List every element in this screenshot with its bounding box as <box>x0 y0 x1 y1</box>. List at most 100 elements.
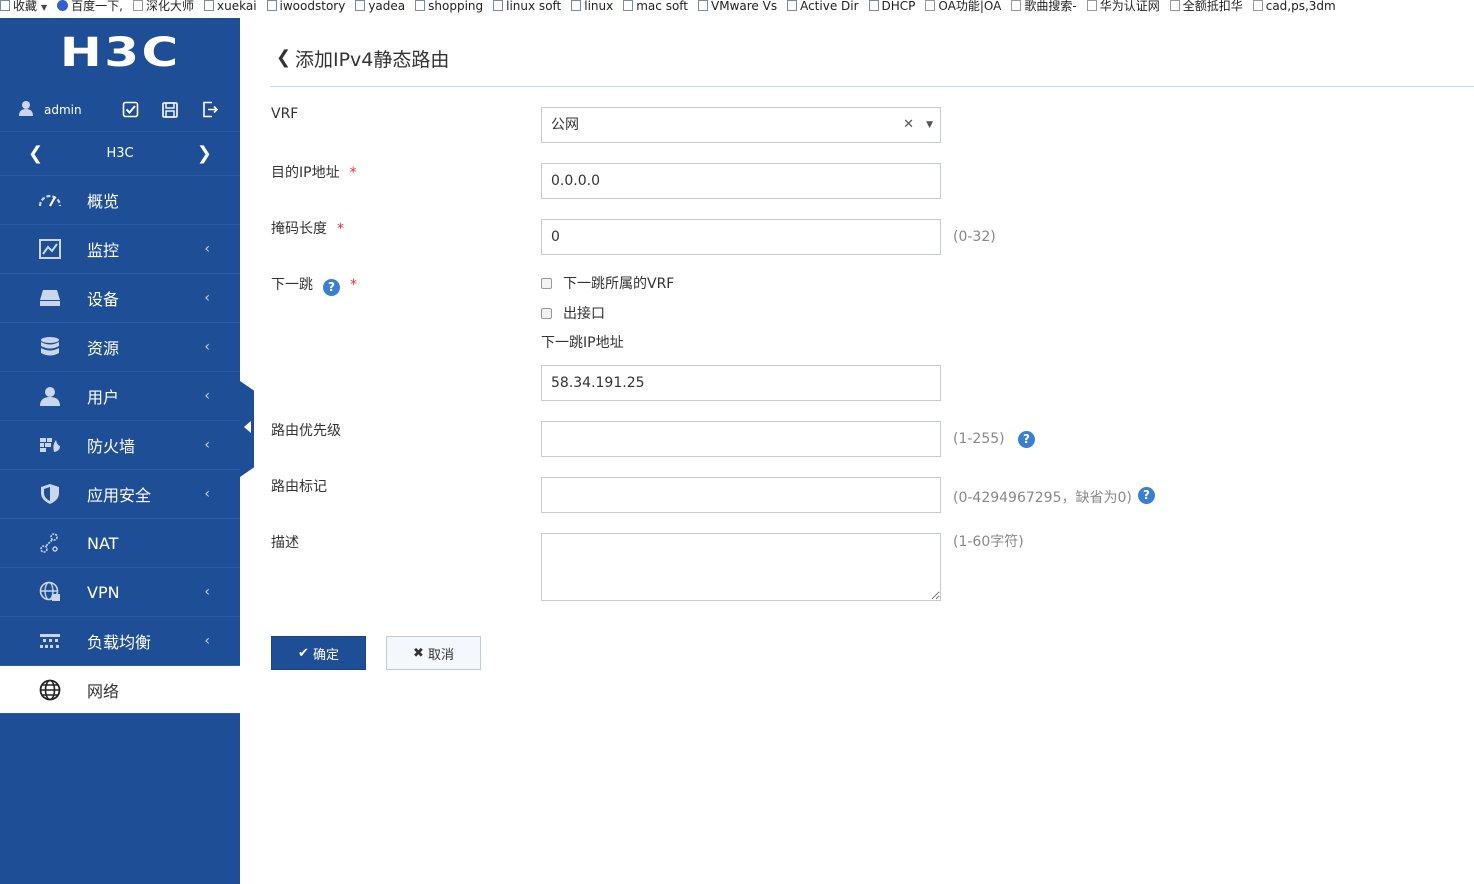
shield-icon <box>38 482 62 506</box>
route-tag-range-hint: (0-4294967295，缺省为0) <box>953 490 1132 506</box>
firewall-icon <box>38 433 62 457</box>
priority-label: 路由优先级 <box>271 423 341 439</box>
clear-x-icon[interactable]: ✕ <box>903 108 914 142</box>
help-question-icon[interactable]: ? <box>1138 487 1155 504</box>
menu-item-vpn[interactable]: VPN ‹ <box>0 568 240 617</box>
cancel-button[interactable]: ✖ 取消 <box>386 636 481 670</box>
bookmark-item[interactable]: 深化大师 <box>133 0 194 12</box>
out-interface-checkbox[interactable]: 出接口 <box>541 303 605 323</box>
doc-icon <box>133 0 143 11</box>
bookmark-item[interactable]: linux soft <box>493 0 561 12</box>
priority-input[interactable] <box>541 421 941 457</box>
menu-item-firewall[interactable]: 防火墙 ‹ <box>0 421 240 470</box>
bookmark-item[interactable]: Active Dir <box>787 0 859 12</box>
menu-item-device[interactable]: 设备 ‹ <box>0 274 240 323</box>
bookmark-item[interactable]: VMware Vs <box>698 0 777 12</box>
floppy-save-icon[interactable] <box>160 100 180 120</box>
nexthop-ip-label: 下一跳IP地址 <box>541 335 624 351</box>
nexthop-vrf-checkbox[interactable]: 下一跳所属的VRF <box>541 273 674 293</box>
doc-icon <box>1252 0 1263 11</box>
menu-item-resource[interactable]: 资源 ‹ <box>0 323 240 372</box>
menu-item-network[interactable]: 网络 <box>0 666 240 714</box>
bookmark-item[interactable]: xuekai <box>204 0 257 12</box>
folder-icon <box>415 0 426 11</box>
chevron-left-icon: ‹ <box>204 241 210 257</box>
user-icon <box>38 384 62 408</box>
nat-icon <box>38 531 62 555</box>
help-question-icon[interactable]: ? <box>323 279 340 296</box>
bookmark-item[interactable]: cad,ps,3dm <box>1252 0 1336 12</box>
username[interactable]: admin <box>44 103 120 117</box>
sidebar: H3C admin ❮ H3C ❯ 概览 监控 ‹ 设备 ‹ 资源 ‹ 用户 ‹… <box>0 18 240 884</box>
nexthop-ip-input[interactable] <box>541 365 941 401</box>
bookmark-item[interactable]: 全额抵扣华 <box>1169 0 1243 12</box>
vrf-select[interactable]: 公网 ✕ ▼ <box>541 107 941 143</box>
confirm-button[interactable]: ✔ 确定 <box>271 636 366 670</box>
device-name: H3C <box>106 146 134 161</box>
dropdown-caret-icon[interactable]: ▼ <box>41 3 47 12</box>
folder-icon <box>266 0 277 11</box>
bookmark-item[interactable]: 歌曲搜索- <box>1011 0 1077 12</box>
bookmark-item[interactable]: iwoodstory <box>266 0 345 12</box>
chevron-left-icon: ‹ <box>204 486 210 502</box>
folder-icon <box>493 0 504 11</box>
bookmark-item[interactable]: 百度一下, <box>57 0 123 12</box>
back-chevron-icon[interactable]: ❮ <box>276 47 291 68</box>
vrf-selected-value: 公网 <box>551 117 579 133</box>
nexthop-label: 下一跳? * <box>271 277 357 296</box>
chevron-left-icon: ‹ <box>204 290 210 306</box>
chevron-left-icon: ‹ <box>204 437 210 453</box>
chevron-left-icon: ‹ <box>204 339 210 355</box>
load-balance-icon <box>38 629 62 653</box>
priority-range-hint: (1-255) <box>953 431 1005 447</box>
menu-item-nat[interactable]: NAT <box>0 519 240 568</box>
description-textarea[interactable] <box>541 533 941 601</box>
mask-length-input[interactable] <box>541 219 941 255</box>
checkbox-icon[interactable] <box>541 277 552 289</box>
monitor-chart-icon <box>38 237 62 261</box>
mask-length-label: 掩码长度 * <box>271 221 344 237</box>
folder-icon <box>355 0 366 11</box>
folder-icon <box>0 0 10 11</box>
folder-icon <box>787 0 798 11</box>
bookmark-item[interactable]: OA功能|OA <box>925 0 1001 12</box>
doc-icon <box>1086 0 1097 11</box>
page-header: ❮ 添加IPv4静态路由 <box>270 40 1474 87</box>
menu-item-monitor[interactable]: 监控 ‹ <box>0 225 240 274</box>
dest-ip-input[interactable] <box>541 163 941 199</box>
description-length-hint: (1-60字符) <box>953 534 1024 550</box>
required-asterisk: * <box>337 221 344 237</box>
help-question-icon[interactable]: ? <box>1018 431 1035 448</box>
bookmark-item[interactable]: 收藏 ▼ <box>0 0 47 14</box>
bookmark-item[interactable]: 华为认证网 <box>1086 0 1160 12</box>
dashboard-gauge-icon <box>38 188 62 212</box>
doc-icon <box>925 0 936 11</box>
bookmark-item[interactable]: yadea <box>355 0 405 12</box>
baidu-paw-icon <box>57 0 69 11</box>
save-config-check-icon[interactable] <box>120 100 140 120</box>
menu-item-app-security[interactable]: 应用安全 ‹ <box>0 470 240 519</box>
menu-item-overview[interactable]: 概览 <box>0 176 240 225</box>
description-label: 描述 <box>271 535 299 551</box>
dropdown-caret-icon[interactable]: ▼ <box>926 108 933 142</box>
bookmark-item[interactable]: shopping <box>415 0 483 12</box>
checkbox-icon[interactable] <box>541 307 552 319</box>
bookmarks-bar: 收藏 ▼ 百度一下, 深化大师 xuekai iwoodstory yadea shoppin… <box>0 0 1474 14</box>
user-bar: admin <box>0 88 240 132</box>
page-title: 添加IPv4静态路由 <box>295 49 450 71</box>
bookmark-item[interactable]: DHCP <box>868 0 915 12</box>
logout-icon[interactable] <box>200 100 220 120</box>
chevron-left-icon: ‹ <box>204 388 210 404</box>
folder-icon <box>623 0 634 11</box>
globe-icon <box>38 678 62 702</box>
menu-item-user[interactable]: 用户 ‹ <box>0 372 240 421</box>
bookmark-item[interactable]: linux <box>571 0 613 12</box>
route-tag-input[interactable] <box>541 477 941 513</box>
bookmark-item[interactable]: mac soft <box>623 0 688 12</box>
dest-ip-label: 目的IP地址 * <box>271 165 357 181</box>
menu-item-load-balance[interactable]: 负载均衡 ‹ <box>0 617 240 666</box>
chevron-left-icon[interactable]: ❮ <box>28 143 43 164</box>
route-tag-label: 路由标记 <box>271 479 327 495</box>
chevron-right-icon[interactable]: ❯ <box>197 143 212 164</box>
h3c-logo[interactable]: H3C <box>0 18 240 88</box>
